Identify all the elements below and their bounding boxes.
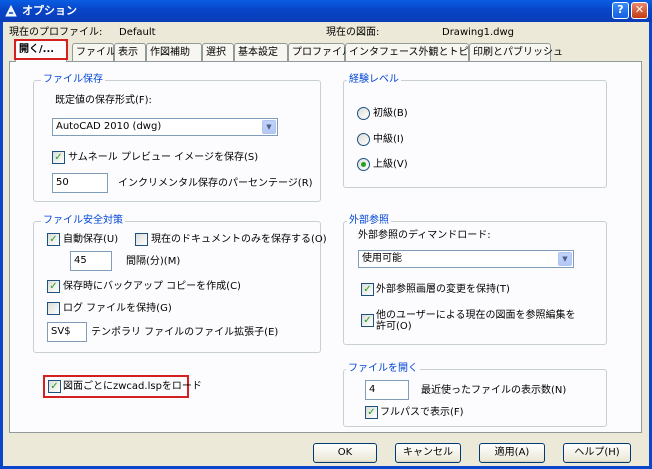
fullpath-checkbox[interactable]: ✓ xyxy=(365,406,378,419)
radio-advanced-label: 上級(V) xyxy=(373,159,408,170)
temp-ext-input[interactable]: SV$ xyxy=(47,322,87,342)
recent-files-label: 最近使ったファイルの表示数(N) xyxy=(421,385,567,396)
file-safety-title: ファイル安全対策 xyxy=(41,214,125,227)
recent-files-input[interactable]: 4 xyxy=(365,380,409,400)
tab-interface[interactable]: インタフェース外観とトピック xyxy=(345,43,489,61)
tab-drafting[interactable]: 作図補助 xyxy=(146,43,202,61)
current-doc-checkbox[interactable] xyxy=(135,233,148,246)
drawing-label: 現在の図面: xyxy=(326,27,380,38)
radio-intermediate-label: 中級(I) xyxy=(373,134,404,145)
allow-edit-checkbox[interactable]: ✓ xyxy=(361,314,374,327)
backup-checkbox[interactable]: ✓ xyxy=(47,280,60,293)
xref-title: 外部参照 xyxy=(347,214,391,227)
apply-button[interactable]: 適用(A) xyxy=(479,443,545,463)
retain-layer-checkbox[interactable]: ✓ xyxy=(361,283,374,296)
backup-label: 保存時にバックアップ コピーを作成(C) xyxy=(63,281,241,292)
tab-files[interactable]: ファイル xyxy=(72,43,116,61)
interval-input[interactable]: 45 xyxy=(70,251,112,271)
tab-highlight xyxy=(14,39,68,60)
help-button[interactable]: ヘルプ(H) xyxy=(563,443,631,463)
window-title: オプション xyxy=(22,4,77,17)
close-button[interactable]: ✕ xyxy=(631,2,648,19)
autosave-checkbox[interactable]: ✓ xyxy=(47,233,60,246)
checkmark-icon: ✓ xyxy=(49,281,58,292)
radio-beginner[interactable] xyxy=(357,107,370,120)
incremental-input[interactable]: 50 xyxy=(52,173,108,193)
xref-demand-value: 使用可能 xyxy=(362,253,402,264)
tab-plot-publish[interactable]: 印刷とパブリッシュ xyxy=(469,43,563,61)
current-doc-label: 現在のドキュメントのみを保存する(O) xyxy=(151,234,327,245)
interval-label: 間隔(分)(M) xyxy=(126,256,181,267)
thumbnail-checkbox[interactable]: ✓ xyxy=(52,151,65,164)
load-lsp-label: 図面ごとにzwcad.lspをロード xyxy=(63,381,202,392)
checkmark-icon: ✓ xyxy=(363,284,372,295)
checkmark-icon: ✓ xyxy=(49,234,58,245)
radio-beginner-label: 初級(B) xyxy=(373,108,408,119)
profile-label: 現在のプロファイル: xyxy=(9,27,103,38)
save-format-label: 既定値の保存形式(F): xyxy=(55,95,152,106)
app-icon xyxy=(5,4,17,17)
log-checkbox[interactable] xyxy=(47,302,60,315)
tab-selection[interactable]: 選択 xyxy=(202,43,234,61)
retain-layer-label: 外部参照画層の変更を保持(T) xyxy=(376,284,510,295)
incremental-label: インクリメンタル保存のパーセンテージ(R) xyxy=(118,178,313,189)
cancel-button[interactable]: キャンセル xyxy=(395,443,461,463)
xref-demand-label: 外部参照のディマンドロード: xyxy=(358,230,491,241)
allow-edit-label-line2: 許可(O) xyxy=(376,321,412,332)
experience-title: 経験レベル xyxy=(347,73,401,86)
ok-button[interactable]: OK xyxy=(313,443,377,463)
save-format-value: AutoCAD 2010 (dwg) xyxy=(56,121,162,132)
radio-intermediate[interactable] xyxy=(357,133,370,146)
checkmark-icon: ✓ xyxy=(50,381,59,392)
save-format-select[interactable]: AutoCAD 2010 (dwg) ▼ xyxy=(52,118,278,136)
fullpath-label: フルパスで表示(F) xyxy=(380,407,464,418)
xref-demand-select[interactable]: 使用可能 ▼ xyxy=(358,250,574,268)
tab-profiles[interactable]: プロファイル xyxy=(288,43,352,61)
tab-preferences[interactable]: 基本設定 xyxy=(234,43,288,61)
temp-ext-label: テンポラリ ファイルのファイル拡張子(E) xyxy=(91,327,279,338)
chevron-down-icon[interactable]: ▼ xyxy=(558,252,572,266)
chevron-down-icon[interactable]: ▼ xyxy=(262,120,276,134)
thumbnail-label: サムネール プレビュー イメージを保存(S) xyxy=(68,152,259,163)
checkmark-icon: ✓ xyxy=(54,152,63,163)
drawing-value: Drawing1.dwg xyxy=(442,27,514,38)
help-title-button[interactable]: ? xyxy=(612,2,629,19)
log-label: ログ ファイルを保持(G) xyxy=(63,303,172,314)
file-open-title: ファイルを開く xyxy=(346,362,420,375)
profile-value: Default xyxy=(119,27,156,38)
file-save-title: ファイル保存 xyxy=(41,73,105,86)
tab-display[interactable]: 表示 xyxy=(114,43,146,61)
autosave-label: 自動保存(U) xyxy=(63,234,119,245)
title-bar[interactable]: オプション ? ✕ xyxy=(0,0,652,22)
checkmark-icon: ✓ xyxy=(367,407,376,418)
radio-selected-dot xyxy=(361,162,366,167)
radio-advanced[interactable] xyxy=(357,158,370,171)
checkmark-icon: ✓ xyxy=(363,315,372,326)
load-lsp-checkbox[interactable]: ✓ xyxy=(48,380,61,393)
